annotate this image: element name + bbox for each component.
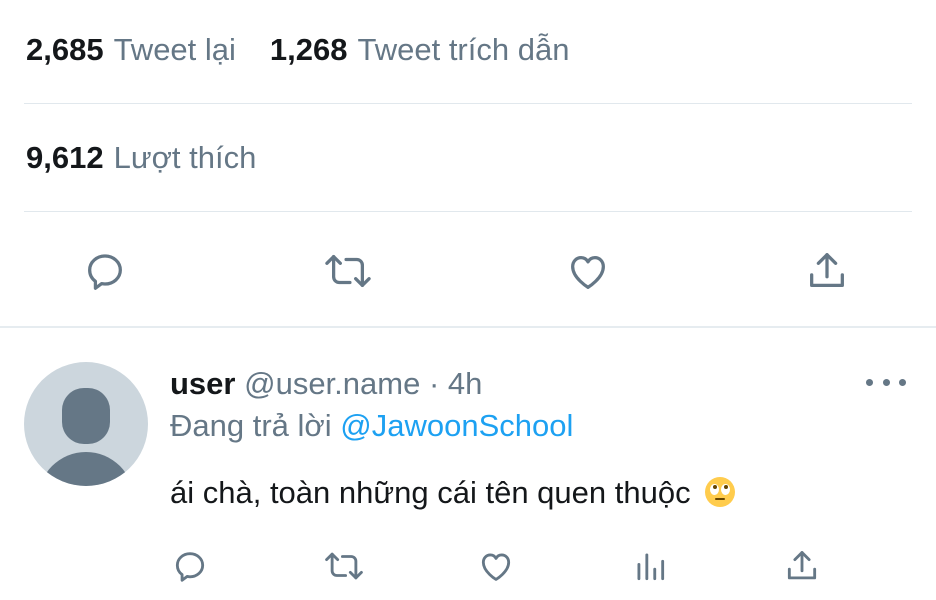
reply-retweet-button[interactable]	[322, 546, 366, 586]
reply-text: ái chà, toàn những cái tên quen thuộc	[170, 475, 736, 511]
reply-analytics-button[interactable]	[630, 546, 670, 586]
quotes-label: Tweet trích dẫn	[357, 32, 570, 67]
likes-count: 9,612	[26, 140, 104, 175]
retweet-quote-stats: 2,685 Tweet lại 1,268 Tweet trích dẫn	[26, 34, 912, 65]
avatar[interactable]	[24, 362, 148, 486]
reply-button[interactable]	[80, 246, 130, 296]
replying-to-line: Đang trả lời @JawoonSchool	[170, 408, 573, 444]
retweets-stat[interactable]: 2,685 Tweet lại	[26, 34, 236, 65]
share-icon	[787, 551, 817, 580]
analytics-icon	[637, 553, 665, 581]
likes-label: Lượt thích	[113, 140, 257, 175]
quotes-count: 1,268	[269, 32, 348, 67]
reply-share-button[interactable]	[782, 546, 822, 586]
likes-stat[interactable]: 9,612 Lượt thích	[26, 142, 256, 173]
reply-icon	[175, 552, 205, 582]
retweet-icon	[325, 552, 363, 580]
section-divider	[0, 326, 936, 328]
reply-reply-button[interactable]	[170, 546, 210, 586]
rolling-eyes-emoji-icon	[705, 477, 736, 507]
avatar-head	[62, 388, 110, 444]
share-button[interactable]	[802, 246, 852, 296]
more-options-icon[interactable]	[866, 370, 906, 394]
avatar-body	[38, 452, 134, 486]
like-icon	[481, 553, 511, 581]
replying-to-prefix: Đang trả lời	[170, 408, 332, 443]
reply-body: ái chà, toàn những cái tên quen thuộc	[170, 475, 691, 510]
reply-timestamp[interactable]: 4h	[448, 366, 482, 401]
retweet-button[interactable]	[320, 246, 376, 296]
like-icon	[571, 255, 605, 289]
reply-like-button[interactable]	[476, 546, 516, 586]
quotes-stat[interactable]: 1,268 Tweet trích dẫn	[270, 34, 570, 65]
reply-username[interactable]: user	[170, 366, 235, 401]
reply-handle[interactable]: @user.name	[244, 366, 420, 401]
divider	[24, 211, 912, 212]
reply-header: user @user.name · 4h	[170, 366, 482, 402]
like-button[interactable]	[563, 246, 613, 296]
retweet-icon	[325, 254, 371, 288]
likes-stats: 9,612 Lượt thích	[26, 142, 912, 173]
reply-icon	[88, 254, 122, 290]
replying-to-mention[interactable]: @JawoonSchool	[340, 408, 573, 443]
reply-separator: ·	[428, 366, 440, 401]
retweets-label: Tweet lại	[113, 32, 236, 67]
divider	[24, 103, 912, 104]
retweets-count: 2,685	[26, 32, 104, 67]
share-icon	[810, 253, 844, 288]
